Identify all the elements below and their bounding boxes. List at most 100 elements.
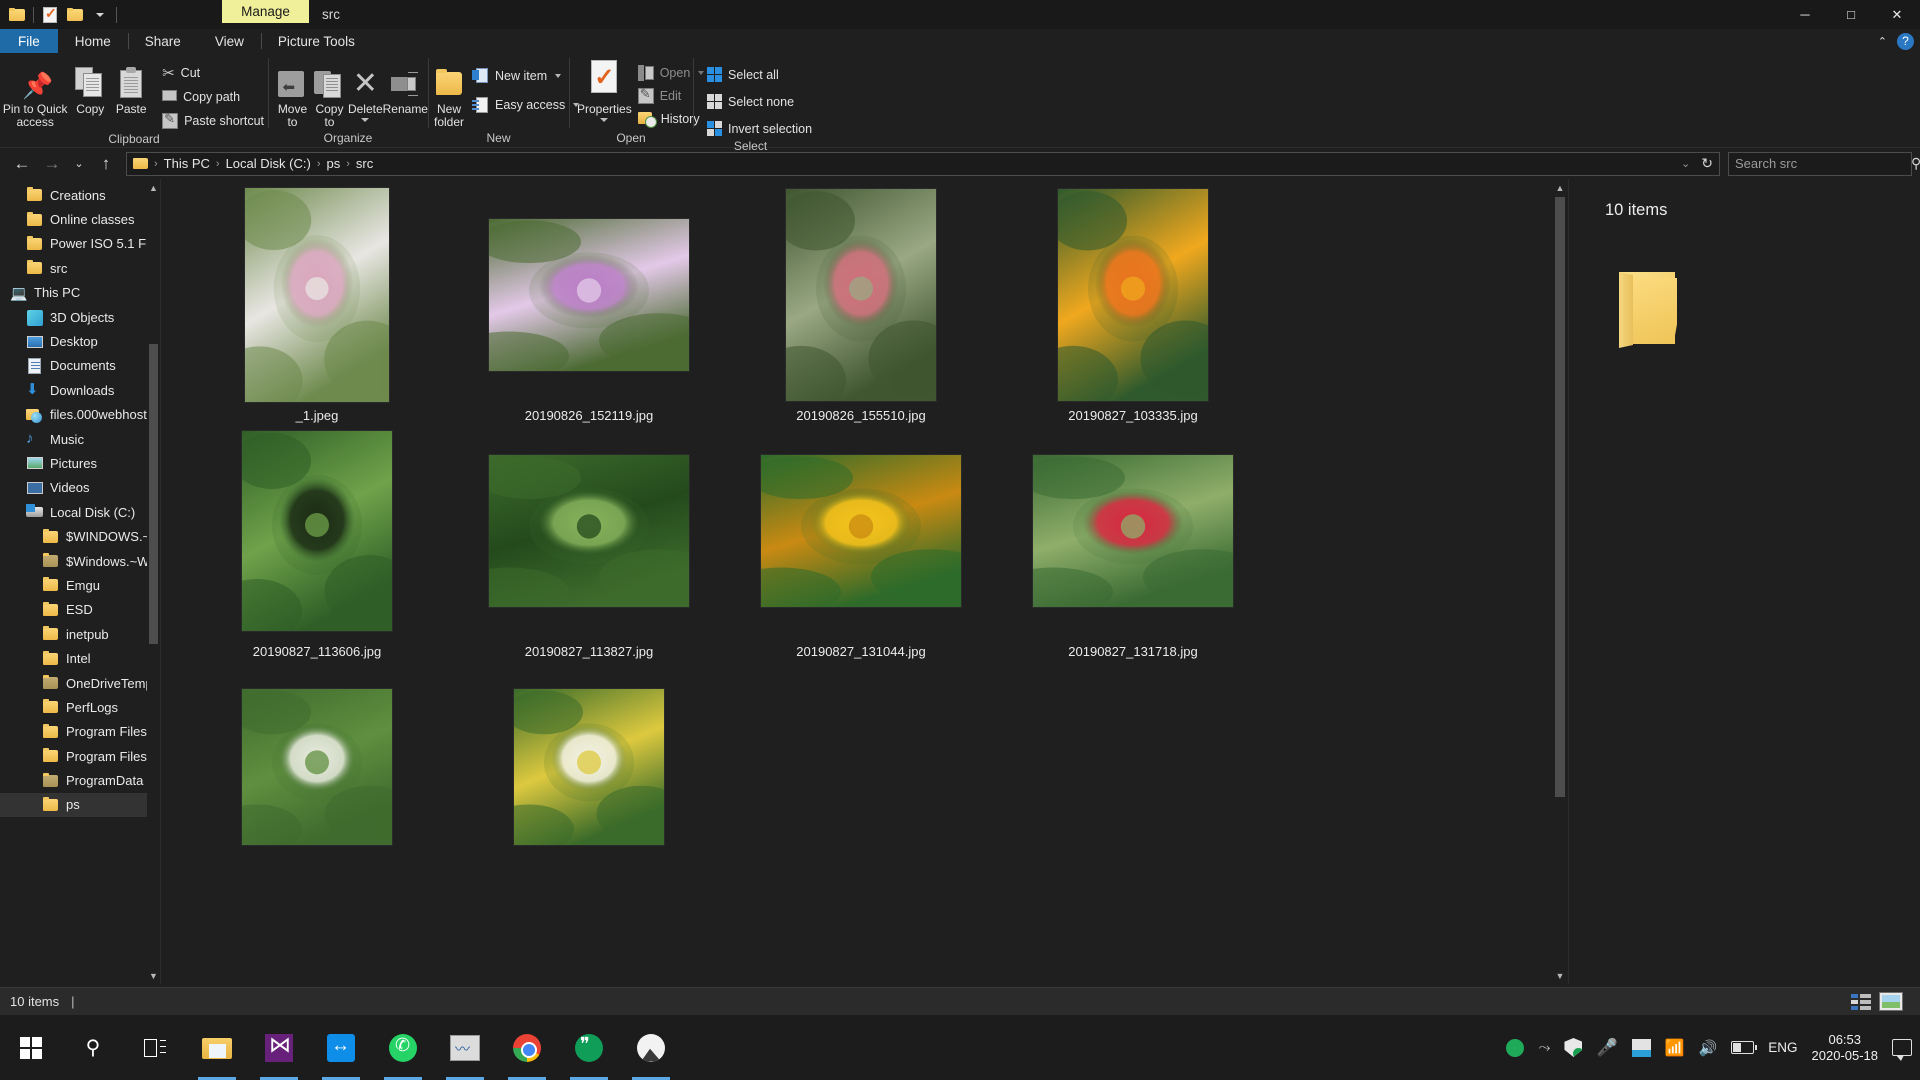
sidebar-item-downloads[interactable]: ⬇ Downloads <box>0 378 160 402</box>
tab-share[interactable]: Share <box>127 29 198 53</box>
action-center-icon[interactable] <box>1892 1039 1912 1061</box>
paste-shortcut-button[interactable]: Paste shortcut <box>158 110 268 131</box>
select-none-button[interactable]: Select none <box>703 91 816 112</box>
sidebar-item-onedrivetemp[interactable]: OneDriveTemp <box>0 671 160 695</box>
file-item[interactable]: 20190826_152119.jpg <box>453 187 725 423</box>
sidebar-item-ps[interactable]: ps <box>0 792 160 818</box>
tab-view[interactable]: View <box>198 29 261 53</box>
properties-button[interactable]: ✓ Properties <box>577 58 632 122</box>
file-item[interactable]: 20190827_131718.jpg <box>997 423 1269 659</box>
tab-home[interactable]: Home <box>58 29 128 53</box>
search-icon[interactable]: ⚲ <box>1911 155 1920 172</box>
sidebar-item-online-classes[interactable]: Online classes <box>0 207 160 231</box>
file-item[interactable] <box>181 659 453 880</box>
security-shield-icon[interactable] <box>1564 1038 1583 1057</box>
forward-arrow-icon[interactable]: → <box>38 151 66 177</box>
large-icons-view-icon[interactable] <box>1879 992 1903 1012</box>
sidebar-item-creations[interactable]: Creations <box>0 183 160 207</box>
chevron-up-icon[interactable]: ⌃ <box>1878 35 1887 48</box>
sidebar-item-files-000webhost[interactable]: files.000webhost <box>0 403 160 427</box>
file-item[interactable] <box>453 659 725 880</box>
pin-to-quick-access-button[interactable]: 📌 Pin to Quick access <box>0 58 70 129</box>
sidebar-item-program-files[interactable]: Program Files <box>0 720 160 744</box>
sidebar-item-videos[interactable]: Videos <box>0 476 160 500</box>
sidebar-item-src[interactable]: src <box>0 256 160 280</box>
teamviewer-taskbar-button[interactable] <box>310 1015 372 1080</box>
tab-file[interactable]: File <box>0 29 58 53</box>
copy-to-button[interactable]: Copy to <box>311 58 348 129</box>
chevron-down-icon[interactable] <box>555 73 562 78</box>
folder-icon[interactable] <box>8 6 26 24</box>
cut-button[interactable]: ✂ Cut <box>158 62 268 83</box>
easy-access-button[interactable]: Easy access <box>468 94 583 115</box>
sidebar-item-program-files[interactable]: Program Files ( <box>0 744 160 768</box>
invert-selection-button[interactable]: Invert selection <box>703 118 816 139</box>
refresh-icon[interactable]: ↻ <box>1701 155 1713 172</box>
battery-icon[interactable] <box>1731 1041 1758 1054</box>
tab-picture-tools[interactable]: Picture Tools <box>260 29 372 53</box>
sidebar-item-intel[interactable]: Intel <box>0 646 160 670</box>
file-item[interactable]: 20190827_113606.jpg <box>181 423 453 659</box>
scroll-down-icon[interactable]: ▼ <box>147 967 160 984</box>
new-folder-button[interactable]: New folder <box>434 58 464 129</box>
content-scrollbar[interactable]: ▲ ▼ <box>1552 179 1568 984</box>
sidebar-item-inetpub[interactable]: inetpub <box>0 622 160 646</box>
wifi-icon[interactable]: 📶 <box>1665 1038 1685 1058</box>
language-indicator[interactable]: ENG <box>1768 1040 1797 1055</box>
sidebar-item-this-pc[interactable]: 💻 This PC <box>0 281 160 305</box>
up-arrow-icon[interactable]: ↑ <box>92 151 120 177</box>
breadcrumb-local-disk[interactable]: Local Disk (C:) <box>221 156 316 171</box>
select-all-button[interactable]: Select all <box>703 64 816 85</box>
file-list-view[interactable]: _1.jpeg 20190826_152119.jpg 20190826_155… <box>161 179 1568 984</box>
manage-contextual-tab[interactable]: Manage <box>222 0 309 23</box>
chrome-taskbar-button[interactable] <box>496 1015 558 1080</box>
details-view-icon[interactable] <box>1850 992 1872 1012</box>
visual-studio-taskbar-button[interactable] <box>248 1015 310 1080</box>
sidebar-item-desktop[interactable]: Desktop <box>0 329 160 353</box>
search-input[interactable] <box>1735 156 1911 171</box>
file-item[interactable]: 20190827_131044.jpg <box>725 423 997 659</box>
breadcrumb-this-pc[interactable]: This PC <box>159 156 215 171</box>
properties-check-icon[interactable] <box>41 5 59 24</box>
file-item[interactable]: 20190827_103335.jpg <box>997 187 1269 423</box>
sidebar-item-perflogs[interactable]: PerfLogs <box>0 695 160 719</box>
copy-path-button[interactable]: Copy path <box>158 86 268 107</box>
green-dot-icon[interactable] <box>1506 1038 1525 1057</box>
breadcrumb-ps[interactable]: ps <box>322 156 346 171</box>
scroll-down-icon[interactable]: ▼ <box>1552 967 1568 984</box>
hangouts-taskbar-button[interactable] <box>558 1015 620 1080</box>
recent-locations-chevron-down-icon[interactable]: ⌄ <box>68 151 90 177</box>
search-box[interactable]: ⚲ <box>1728 151 1920 176</box>
breadcrumb[interactable]: › This PC › Local Disk (C:) › ps › src ⌄… <box>126 151 1720 176</box>
sidebar-item-programdata[interactable]: ProgramData <box>0 768 160 792</box>
file-item[interactable]: 20190826_155510.jpg <box>725 187 997 423</box>
breadcrumb-src[interactable]: src <box>351 156 378 171</box>
file-item[interactable]: 20190827_113827.jpg <box>453 423 725 659</box>
sidebar-item-windows-b[interactable]: $WINDOWS.~B <box>0 524 160 548</box>
keyboard-icon[interactable] <box>1631 1038 1651 1057</box>
content-scroll-thumb[interactable] <box>1555 197 1565 797</box>
sidebar-item-pictures[interactable]: Pictures <box>0 451 160 475</box>
sidebar-item-power-iso-5-1-fu[interactable]: Power ISO 5.1 Fu <box>0 232 160 256</box>
sidebar-item-3d-objects[interactable]: 3D Objects <box>0 305 160 329</box>
new-item-button[interactable]: New item <box>468 65 583 86</box>
whatsapp-taskbar-button[interactable] <box>372 1015 434 1080</box>
sidebar-item-windows-ws[interactable]: $Windows.~WS <box>0 549 160 573</box>
new-folder-icon[interactable] <box>66 6 84 24</box>
customize-chevron-icon[interactable] <box>91 6 109 24</box>
taskbar-search-button[interactable]: ⚲ <box>62 1015 124 1080</box>
rename-button[interactable]: Rename <box>383 58 428 116</box>
sidebar-item-esd[interactable]: ESD <box>0 598 160 622</box>
file-explorer-taskbar-button[interactable] <box>186 1015 248 1080</box>
paste-button[interactable]: Paste <box>110 58 152 116</box>
sidebar-item-emgu[interactable]: Emgu <box>0 573 160 597</box>
delete-button[interactable]: ✕ Delete <box>348 58 383 122</box>
microphone-icon[interactable]: 🎤 <box>1596 1038 1617 1058</box>
move-to-button[interactable]: ⬅ Move to <box>274 58 311 129</box>
scroll-up-icon[interactable]: ▲ <box>1552 179 1568 196</box>
maximize-button[interactable]: □ <box>1828 0 1874 29</box>
clock[interactable]: 06:53 2020-05-18 <box>1812 1032 1879 1064</box>
volume-icon[interactable]: 🔊 <box>1699 1039 1718 1057</box>
address-history-chevron-down-icon[interactable]: ⌄ <box>1680 157 1691 170</box>
chevron-down-icon[interactable] <box>361 118 370 122</box>
